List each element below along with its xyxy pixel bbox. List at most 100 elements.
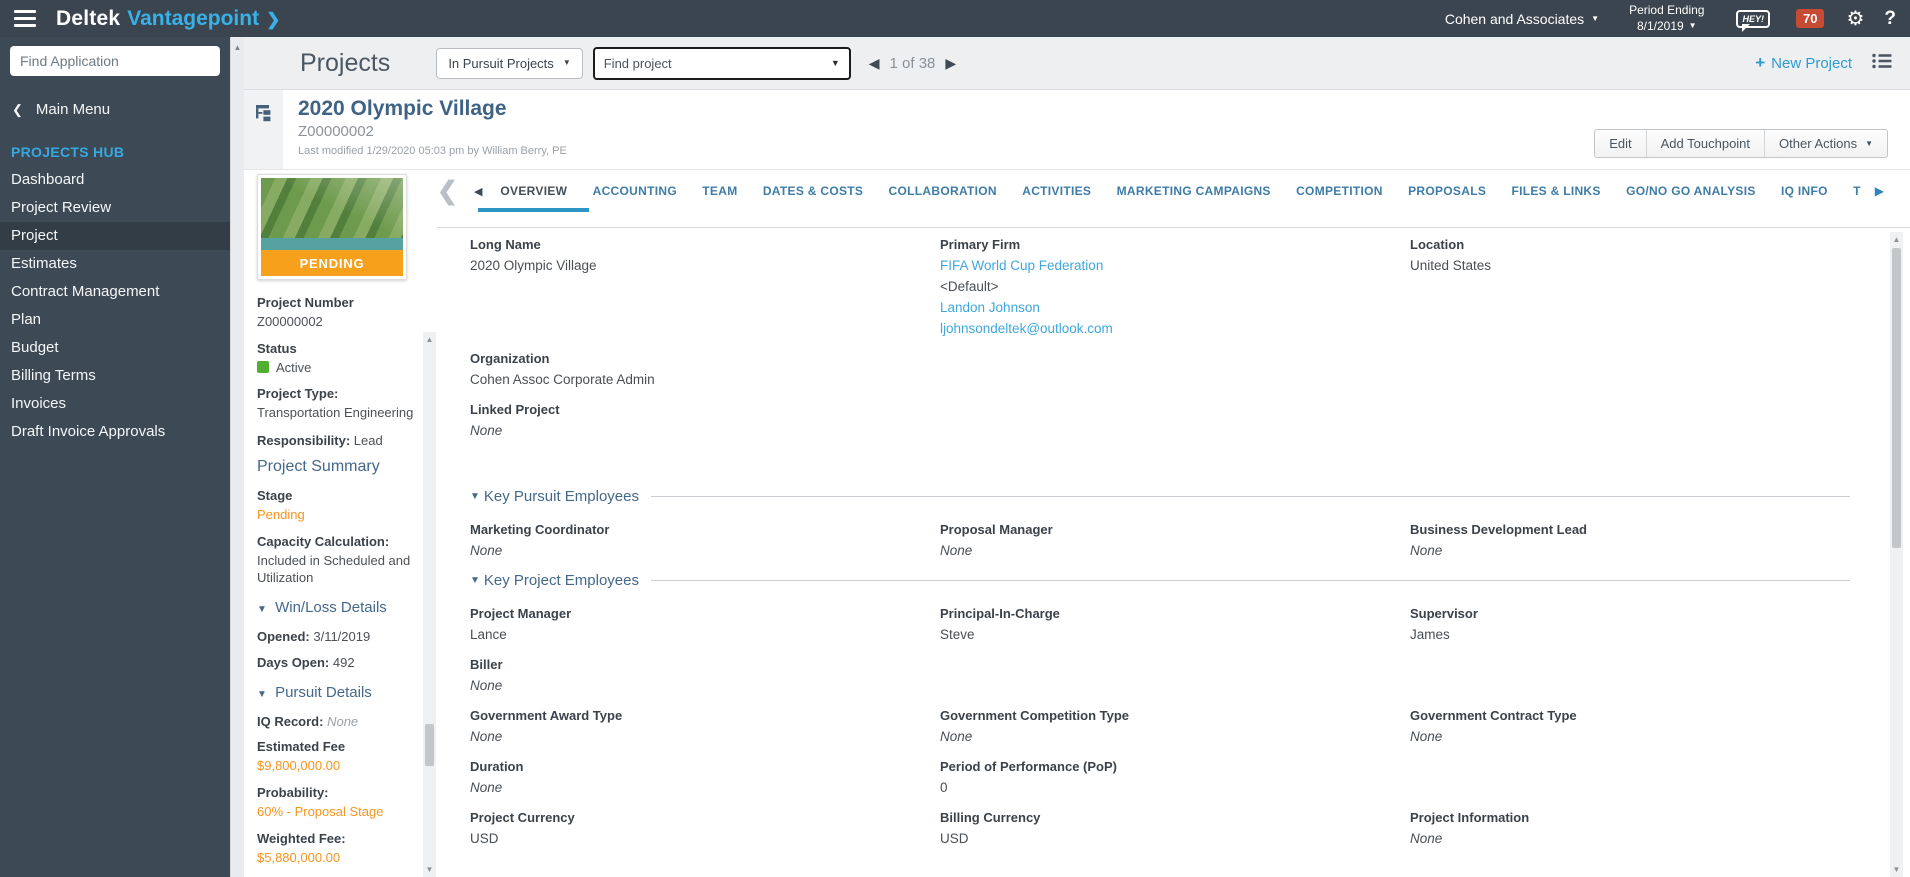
- sidebar-item-draft-invoice-approvals[interactable]: Draft Invoice Approvals: [0, 418, 230, 446]
- page-title: Projects: [300, 48, 391, 77]
- link-fifa-world-cup-federation[interactable]: FIFA World Cup Federation: [940, 256, 1410, 277]
- sidebar-item-invoices[interactable]: Invoices: [0, 390, 230, 418]
- field-value: 0: [940, 780, 948, 796]
- sidebar-item-billing-terms[interactable]: Billing Terms: [0, 362, 230, 390]
- summary-panel-scrollbar[interactable]: ▲ ▼: [423, 332, 436, 877]
- app-logo: Deltek Vantagepoint ❯: [56, 7, 280, 31]
- previous-record-icon[interactable]: ◀: [869, 56, 880, 70]
- project-header-icon-column: [244, 90, 283, 169]
- summary-collapse-pursuit-details[interactable]: ▼ Pursuit Details: [257, 684, 417, 701]
- link-landon-johnson[interactable]: Landon Johnson: [940, 298, 1410, 319]
- sidebar-item-project[interactable]: Project: [0, 222, 230, 250]
- other-actions-button[interactable]: Other Actions ▼: [1764, 130, 1887, 157]
- scrollbar-thumb[interactable]: [1892, 248, 1901, 548]
- collapse-triangle-icon: ▼: [470, 490, 480, 502]
- add-touchpoint-button[interactable]: Add Touchpoint: [1645, 130, 1764, 157]
- period-ending-label: Period Ending: [1629, 2, 1705, 17]
- tab-accounting[interactable]: ACCOUNTING: [589, 170, 681, 212]
- field-value: James: [1410, 627, 1450, 643]
- tab-competition[interactable]: COMPETITION: [1292, 170, 1387, 212]
- period-ending-selector[interactable]: Period Ending 8/1/2019 ▼: [1629, 3, 1704, 34]
- field-label: Responsibility:: [257, 432, 351, 448]
- project-photo[interactable]: PENDING: [257, 174, 407, 280]
- field-value: Lead: [350, 432, 383, 448]
- page-scrollbar[interactable]: ▲: [230, 37, 244, 877]
- gear-icon[interactable]: ⚙: [1846, 9, 1864, 29]
- section-header-key-pursuit-employees[interactable]: ▼ Key Pursuit Employees: [470, 488, 1850, 505]
- tab-proposals[interactable]: PROPOSALS: [1404, 170, 1490, 212]
- field-value: None: [1410, 831, 1443, 847]
- find-project-combobox[interactable]: ▼: [592, 46, 851, 80]
- field-label: Billing Currency: [940, 810, 1041, 826]
- field-label: Primary Firm: [940, 237, 1021, 252]
- field-label: Location: [1410, 237, 1465, 252]
- next-record-icon[interactable]: ▶: [945, 56, 956, 70]
- tabs-previous-icon[interactable]: ◀: [474, 185, 482, 198]
- company-selector[interactable]: Cohen and Associates ▼: [1445, 11, 1599, 27]
- scroll-up-icon[interactable]: ▲: [231, 43, 244, 52]
- scrollbar-thumb[interactable]: [425, 724, 434, 767]
- summary-field-probability: Probability: 60% - Proposal Stage: [257, 785, 417, 821]
- field-value: USD: [470, 831, 499, 847]
- notification-count-badge[interactable]: 70: [1795, 9, 1825, 28]
- list-view-icon[interactable]: [1872, 53, 1892, 74]
- hierarchy-tree-icon[interactable]: [254, 103, 274, 169]
- form-row: Duration None Period of Performance (PoP) 0: [470, 759, 1850, 799]
- help-icon[interactable]: ?: [1884, 8, 1896, 30]
- summary-field-capacity-calculation: Capacity Calculation: Included in Schedul…: [257, 534, 417, 587]
- tab-go-no-go-analysis[interactable]: GO/NO GO ANALYSIS: [1622, 170, 1760, 212]
- form-row: Government Award Type None Government Comp…: [470, 708, 1850, 748]
- field-value: $5,880,000.00: [257, 849, 341, 865]
- project-filter-dropdown[interactable]: In Pursuit Projects ▼: [436, 47, 583, 79]
- sidebar-item-plan[interactable]: Plan: [0, 306, 230, 334]
- chevron-down-icon: ▼: [1591, 13, 1600, 23]
- field-government-competition-type: Government Competition Type None: [940, 708, 1410, 748]
- tab-files-links[interactable]: FILES & LINKS: [1507, 170, 1604, 212]
- scroll-up-icon[interactable]: ▲: [1890, 235, 1903, 244]
- scroll-down-icon[interactable]: ▼: [1890, 865, 1903, 874]
- field-value: Lance: [470, 627, 507, 643]
- chevron-down-icon: ▼: [830, 57, 840, 68]
- sidebar-item-estimates[interactable]: Estimates: [0, 250, 230, 278]
- edit-button[interactable]: Edit: [1595, 130, 1645, 157]
- chevron-down-icon: ▼: [1865, 138, 1873, 148]
- summary-fields: Project Number Z00000002 Status Active Proje…: [257, 295, 417, 877]
- find-application-input[interactable]: [10, 46, 220, 76]
- new-project-label: New Project: [1771, 54, 1852, 72]
- scroll-up-icon[interactable]: ▲: [423, 335, 436, 344]
- tab-collaboration[interactable]: COLLABORATION: [885, 170, 1001, 212]
- hey-notifications-icon[interactable]: HEY!: [1736, 9, 1770, 32]
- sidebar-item-contract-management[interactable]: Contract Management: [0, 278, 230, 306]
- section-header-key-project-employees[interactable]: ▼ Key Project Employees: [470, 572, 1850, 589]
- project-photo-image: [261, 178, 403, 250]
- hamburger-menu-icon[interactable]: [14, 10, 36, 27]
- tab-overview[interactable]: OVERVIEW: [478, 170, 590, 212]
- tab-iq-info[interactable]: IQ INFO: [1777, 170, 1832, 212]
- summary-field-days-open: Days Open: 492: [257, 654, 417, 672]
- sidebar-item-project-review[interactable]: Project Review: [0, 194, 230, 222]
- tabs-scroll-left-icon[interactable]: ❮: [437, 178, 458, 204]
- collapse-triangle-icon: ▼: [470, 575, 480, 587]
- new-project-button[interactable]: + New Project: [1755, 53, 1852, 73]
- tab-dates-costs[interactable]: DATES & COSTS: [759, 170, 867, 212]
- field-value: None: [323, 713, 359, 729]
- field-value: None: [1410, 542, 1443, 558]
- sidebar-item-dashboard[interactable]: Dashboard: [0, 166, 230, 194]
- tabs-next-icon[interactable]: ▶: [1875, 184, 1884, 198]
- sidebar-item-budget[interactable]: Budget: [0, 334, 230, 362]
- tab-marketing-campaigns[interactable]: MARKETING CAMPAIGNS: [1113, 170, 1275, 212]
- chevron-down-icon: ▼: [562, 58, 571, 67]
- overview-region: ❮ ◀ OVERVIEW ACCOUNTING TEAM DATES & COSTS C…: [437, 170, 1910, 877]
- tab-team[interactable]: TEAM: [698, 170, 741, 212]
- find-project-input[interactable]: [603, 55, 831, 71]
- tab-t[interactable]: T: [1849, 170, 1865, 212]
- overview-scrollbar[interactable]: ▲ ▼: [1890, 232, 1903, 877]
- summary-field-opened: Opened: 3/11/2019: [257, 628, 417, 646]
- tab-activities[interactable]: ACTIVITIES: [1018, 170, 1095, 212]
- field-value: <Default>: [940, 278, 999, 294]
- summary-heading-project-summary: Project Summary: [257, 458, 380, 476]
- link-ljohnsondeltek-outlook-com[interactable]: ljohnsondeltek@outlook.com: [940, 319, 1410, 340]
- summary-collapse-win-loss-details[interactable]: ▼ Win/Loss Details: [257, 599, 417, 616]
- scroll-down-icon[interactable]: ▼: [423, 865, 436, 874]
- main-menu-button[interactable]: ❮ Main Menu: [0, 85, 230, 122]
